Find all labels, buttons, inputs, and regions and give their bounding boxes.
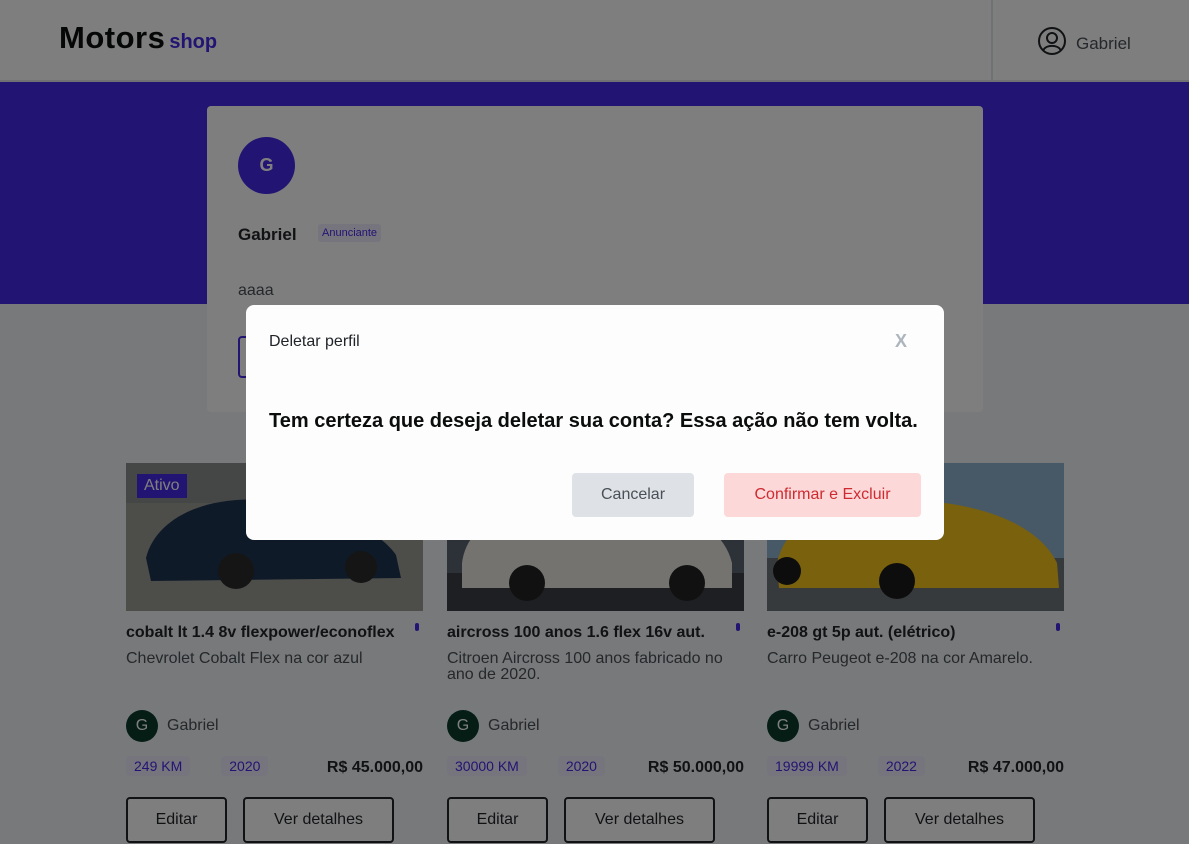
cancel-button[interactable]: Cancelar [572, 473, 694, 517]
confirm-delete-button[interactable]: Confirmar e Excluir [724, 473, 921, 517]
delete-profile-modal: Deletar perfil X Tem certeza que deseja … [246, 305, 944, 540]
modal-message: Tem certeza que deseja deletar sua conta… [269, 410, 918, 432]
close-icon[interactable]: X [895, 331, 907, 352]
modal-title: Deletar perfil [269, 333, 360, 350]
